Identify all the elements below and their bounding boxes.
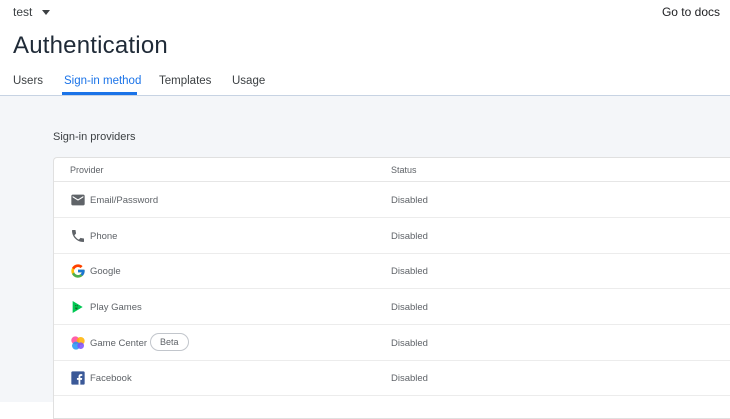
- tab-templates[interactable]: Templates: [159, 75, 211, 87]
- provider-status: Disabled: [391, 338, 428, 349]
- tab-usage[interactable]: Usage: [232, 75, 265, 87]
- google-icon: [71, 264, 85, 278]
- caret-down-icon: [42, 10, 51, 15]
- column-header-provider: Provider: [70, 165, 104, 175]
- active-tab-indicator: [62, 92, 137, 95]
- table-row[interactable]: Facebook Disabled: [54, 360, 730, 396]
- tab-bar: Users Sign-in method Templates Usage: [0, 66, 730, 96]
- providers-table: Provider Status Email/Password Disabled …: [53, 157, 730, 419]
- play-games-icon: [72, 301, 83, 313]
- provider-name: Google: [90, 266, 121, 277]
- go-to-docs-link[interactable]: Go to docs: [662, 5, 720, 19]
- facebook-icon: [71, 371, 85, 385]
- table-row[interactable]: Phone Disabled: [54, 218, 730, 254]
- provider-name: Facebook: [90, 373, 132, 384]
- table-row[interactable]: Game Center Beta Disabled: [54, 325, 730, 361]
- content-area: Sign-in providers Provider Status Email/…: [0, 96, 730, 419]
- provider-name: Game Center: [90, 338, 148, 349]
- tab-sign-in-method[interactable]: Sign-in method: [64, 75, 141, 87]
- table-header: Provider Status: [54, 158, 730, 182]
- page-title: Authentication: [13, 32, 168, 59]
- beta-badge: Beta: [150, 333, 189, 351]
- table-row[interactable]: Google Disabled: [54, 253, 730, 289]
- provider-name: Phone: [90, 231, 118, 242]
- table-row[interactable]: Email/Password Disabled: [54, 182, 730, 218]
- provider-status: Disabled: [391, 266, 428, 277]
- provider-status: Disabled: [391, 231, 428, 242]
- provider-status: Disabled: [391, 302, 428, 313]
- project-name: test: [13, 5, 33, 19]
- provider-name: Email/Password: [90, 195, 159, 206]
- provider-status: Disabled: [391, 373, 428, 384]
- game-center-icon: [71, 336, 85, 350]
- provider-status: Disabled: [391, 195, 428, 206]
- project-selector[interactable]: test: [13, 5, 51, 19]
- mail-icon: [71, 194, 85, 206]
- column-header-status: Status: [391, 165, 417, 175]
- section-heading: Sign-in providers: [53, 131, 136, 143]
- table-row[interactable]: Play Games Disabled: [54, 289, 730, 325]
- provider-name: Play Games: [90, 302, 142, 313]
- tab-users[interactable]: Users: [13, 75, 43, 87]
- top-bar: test Go to docs: [0, 0, 730, 26]
- phone-icon: [72, 230, 84, 242]
